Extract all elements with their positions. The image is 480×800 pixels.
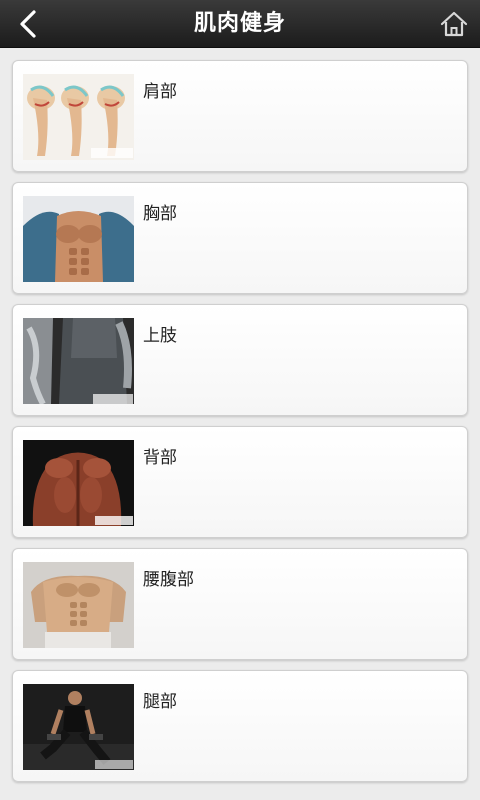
shoulder-thumbnail (23, 74, 134, 160)
category-item-shoulder[interactable]: 肩部 (12, 60, 468, 172)
chest-thumbnail (23, 196, 134, 282)
back-thumbnail (23, 440, 134, 526)
back-button[interactable] (8, 4, 48, 44)
category-list: 肩部 胸部 上肢 背部 腰腹部 腿部 (12, 60, 468, 792)
chevron-left-icon (20, 10, 36, 38)
category-item-abs[interactable]: 腰腹部 (12, 548, 468, 660)
category-label: 胸部 (143, 204, 177, 224)
category-label: 腰腹部 (143, 570, 194, 590)
category-item-legs[interactable]: 腿部 (12, 670, 468, 782)
category-item-back[interactable]: 背部 (12, 426, 468, 538)
category-label: 腿部 (143, 692, 177, 712)
arms-thumbnail (23, 318, 134, 404)
category-item-arms[interactable]: 上肢 (12, 304, 468, 416)
category-label: 背部 (143, 448, 177, 468)
category-label: 肩部 (143, 82, 177, 102)
home-button[interactable] (436, 6, 472, 42)
home-icon (440, 11, 468, 37)
category-label: 上肢 (143, 326, 177, 346)
page-title: 肌肉健身 (193, 11, 286, 36)
abs-thumbnail (23, 562, 134, 648)
category-item-chest[interactable]: 胸部 (12, 182, 468, 294)
legs-thumbnail (23, 684, 134, 770)
top-bar: 肌肉健身 (0, 0, 480, 48)
